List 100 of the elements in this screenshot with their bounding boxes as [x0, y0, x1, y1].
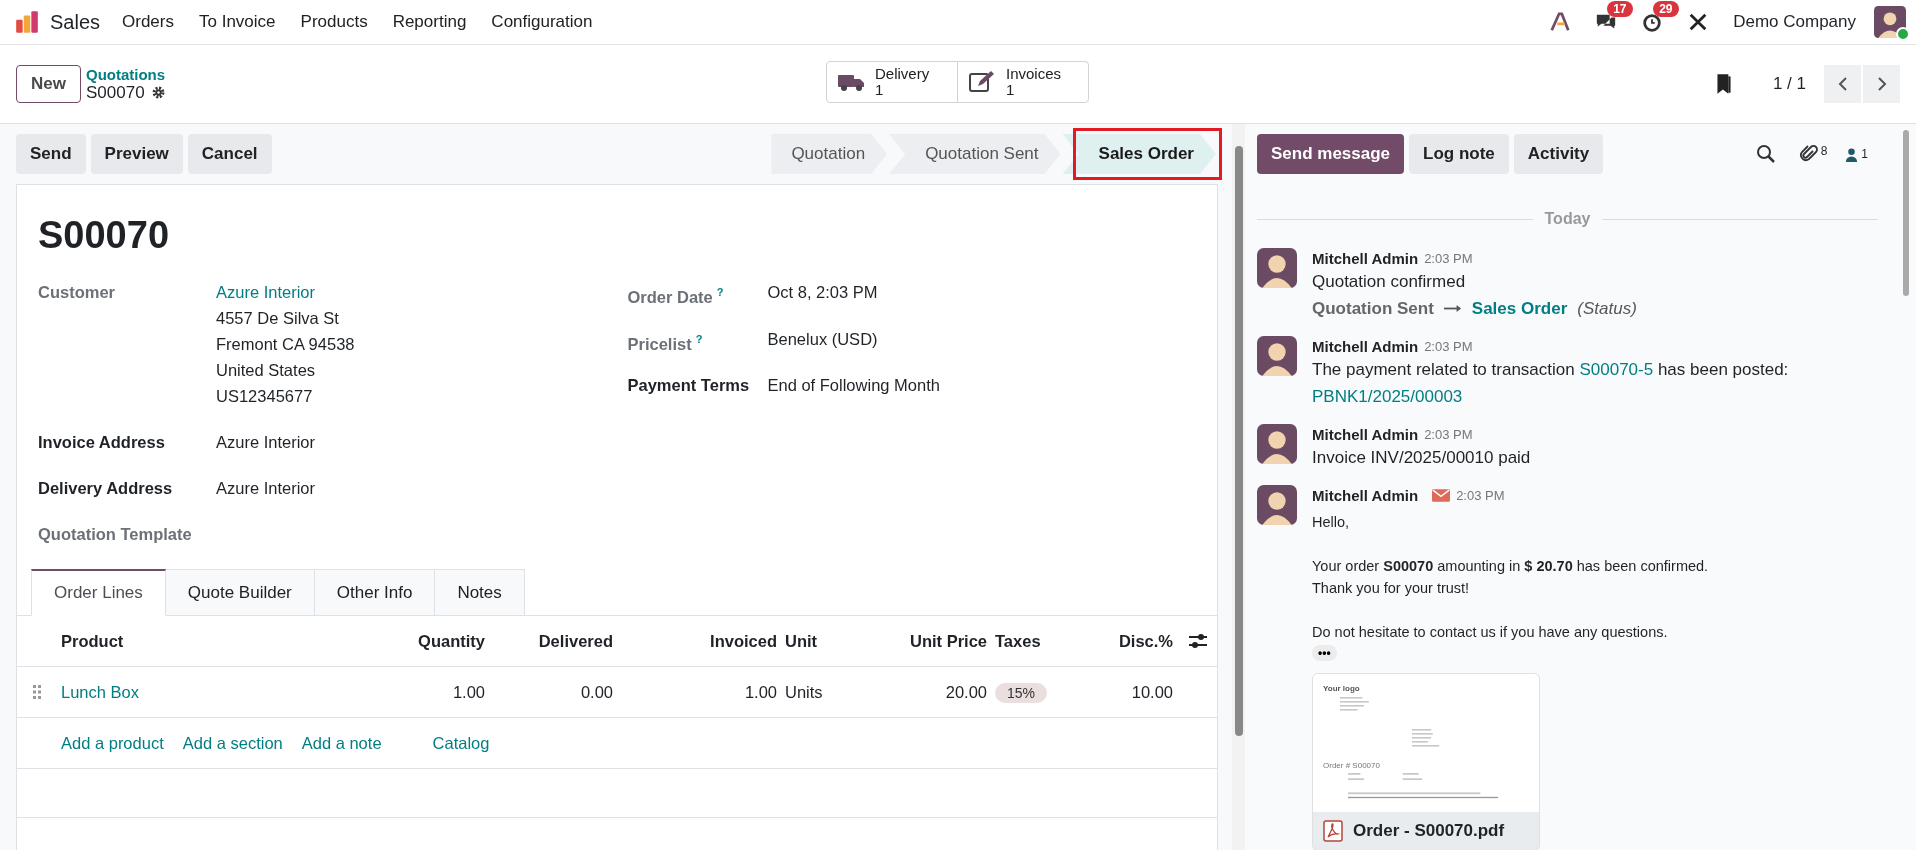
address-line: Fremont CA 94538	[216, 334, 355, 355]
app-name[interactable]: Sales	[50, 10, 101, 34]
message-author[interactable]: Mitchell Admin	[1312, 337, 1419, 355]
field-label: Order Date $^{?}$	[627, 285, 725, 308]
attachment-card[interactable]: Your logo Order # S00070 Order - S00070.pdf	[1312, 673, 1540, 850]
chatter-button[interactable]: Log note	[1409, 134, 1509, 174]
notebook-tab[interactable]: Other Info	[314, 569, 436, 616]
column-header[interactable]: Quantity	[367, 631, 489, 651]
previous-button[interactable]	[1824, 65, 1861, 103]
menu-item[interactable]: To Invoice	[199, 12, 276, 32]
address-line: US12345677	[216, 386, 314, 407]
user-avatar[interactable]	[1874, 6, 1906, 38]
table-cell-text: 20.00	[944, 682, 988, 702]
field-value: Benelux (USD)	[767, 328, 878, 350]
message-time: 2:03 PM	[1424, 426, 1473, 442]
column-header[interactable]: Unit Price	[877, 631, 991, 651]
avatar[interactable]	[1257, 485, 1297, 525]
next-button[interactable]	[1863, 65, 1900, 103]
menu-item[interactable]: Reporting	[392, 12, 467, 32]
notebook-tab[interactable]: Notes	[435, 569, 525, 616]
field-label: Customer	[38, 282, 116, 303]
envelope-icon	[1432, 488, 1451, 502]
add-line-link[interactable]: Catalog	[432, 733, 490, 753]
ai-icon[interactable]	[1549, 11, 1572, 33]
company-name[interactable]: Demo Company	[1733, 12, 1856, 32]
scrollbar[interactable]	[1235, 146, 1243, 736]
app-logo-icon[interactable]	[14, 9, 40, 35]
customer-link[interactable]: Azure Interior	[216, 279, 355, 305]
delivery-button[interactable]: Delivery 1	[826, 61, 958, 103]
add-line-link[interactable]: Add a product	[61, 733, 164, 753]
search-icon[interactable]	[1755, 144, 1776, 164]
bookmark-icon[interactable]	[1714, 72, 1733, 96]
email-text: Hello,	[1312, 513, 1351, 532]
message-text: Invoice INV/2025/00010 paid	[1312, 447, 1532, 469]
tax-tag: 15%	[995, 682, 1048, 703]
action-button[interactable]: Preview	[90, 134, 183, 174]
follower-icon[interactable]	[1844, 146, 1860, 162]
tracked-field: (Status)	[1577, 295, 1637, 322]
table-cell-text: 1.00	[743, 682, 778, 702]
clock-icon[interactable]	[1641, 11, 1664, 33]
action-button[interactable]: Cancel	[187, 134, 272, 174]
new-value: Sales Order	[1471, 298, 1568, 320]
field-value: Azure Interior	[216, 432, 316, 453]
document-logo: Your logo	[1323, 684, 1361, 693]
attachment-name: Order - S00070.pdf	[1353, 821, 1505, 841]
breadcrumb-link[interactable]: Quotations	[85, 65, 166, 83]
field-label: Quotation Template	[38, 524, 193, 545]
scrollbar[interactable]	[1903, 130, 1909, 296]
column-header[interactable]: Invoiced	[617, 631, 781, 651]
column-header[interactable]: Disc.%	[1085, 631, 1177, 651]
add-line-link[interactable]: Add a section	[182, 733, 283, 753]
notebook-tab[interactable]: Order Lines	[31, 569, 166, 616]
invoices-button[interactable]: Invoices 1	[957, 61, 1089, 103]
message-text: Quotation confirmed	[1312, 271, 1467, 293]
table-cell-text: 0.00	[579, 682, 614, 702]
column-header[interactable]: Taxes	[991, 631, 1085, 651]
table-cell-text: 10.00	[1130, 682, 1174, 702]
chevron-right-icon	[1875, 76, 1888, 92]
avatar[interactable]	[1257, 424, 1297, 464]
notebook-tab[interactable]: Quote Builder	[165, 569, 315, 616]
old-value: Quotation Sent	[1312, 298, 1434, 320]
record-link[interactable]: PBNK1/2025/00003	[1312, 387, 1463, 406]
add-line-link[interactable]: Add a note	[301, 733, 382, 753]
expand-button[interactable]: •••	[1312, 645, 1337, 661]
record-link[interactable]: S00070-5	[1579, 360, 1654, 379]
settings-icon[interactable]	[150, 85, 166, 100]
field-label: Delivery Address	[38, 478, 174, 499]
column-header[interactable]: Unit	[781, 631, 877, 651]
chatter-button[interactable]: Activity	[1513, 134, 1604, 174]
product-link[interactable]: Lunch Box	[61, 682, 139, 701]
follower-count: 1	[1861, 146, 1868, 161]
pager-value[interactable]: 1 / 1	[1772, 74, 1806, 94]
status-stage[interactable]: Quotation	[771, 134, 888, 174]
menu-item[interactable]: Configuration	[491, 12, 593, 32]
action-button[interactable]: Send	[16, 134, 86, 174]
field-value: End of Following Month	[767, 375, 940, 396]
status-stage[interactable]: Sales Order	[1062, 134, 1216, 174]
column-header[interactable]: Product	[57, 631, 367, 651]
menu-item[interactable]: Products	[300, 12, 368, 32]
column-header[interactable]: Delivered	[489, 631, 617, 651]
message-author[interactable]: Mitchell Admin	[1312, 425, 1419, 443]
record-title: S00070	[38, 213, 170, 257]
email-text: Your order S00070 amounting in $ 20.70 has been confirmed.	[1312, 557, 1710, 576]
avatar[interactable]	[1257, 336, 1297, 376]
menu-item[interactable]: Orders	[122, 12, 174, 32]
status-stage[interactable]: Quotation Sent	[889, 134, 1061, 174]
address-line: 4557 De Silva St	[216, 308, 340, 329]
drag-handle-icon[interactable]	[33, 685, 41, 699]
message-author[interactable]: Mitchell Admin	[1312, 486, 1419, 504]
field-label: Pricelist $^{?}$	[627, 331, 704, 354]
paperclip-icon[interactable]	[1798, 144, 1819, 164]
field-value: Azure Interior	[216, 478, 316, 499]
avatar[interactable]	[1257, 248, 1297, 288]
field-label: Payment Terms	[627, 375, 751, 396]
column-settings-icon[interactable]	[1188, 633, 1208, 649]
table-cell-text: Units	[784, 682, 824, 702]
new-button[interactable]: New	[16, 65, 81, 103]
chatter-button[interactable]: Send message	[1257, 134, 1405, 174]
message-author[interactable]: Mitchell Admin	[1312, 249, 1419, 267]
email-text: Thank you for your trust!	[1312, 579, 1471, 598]
